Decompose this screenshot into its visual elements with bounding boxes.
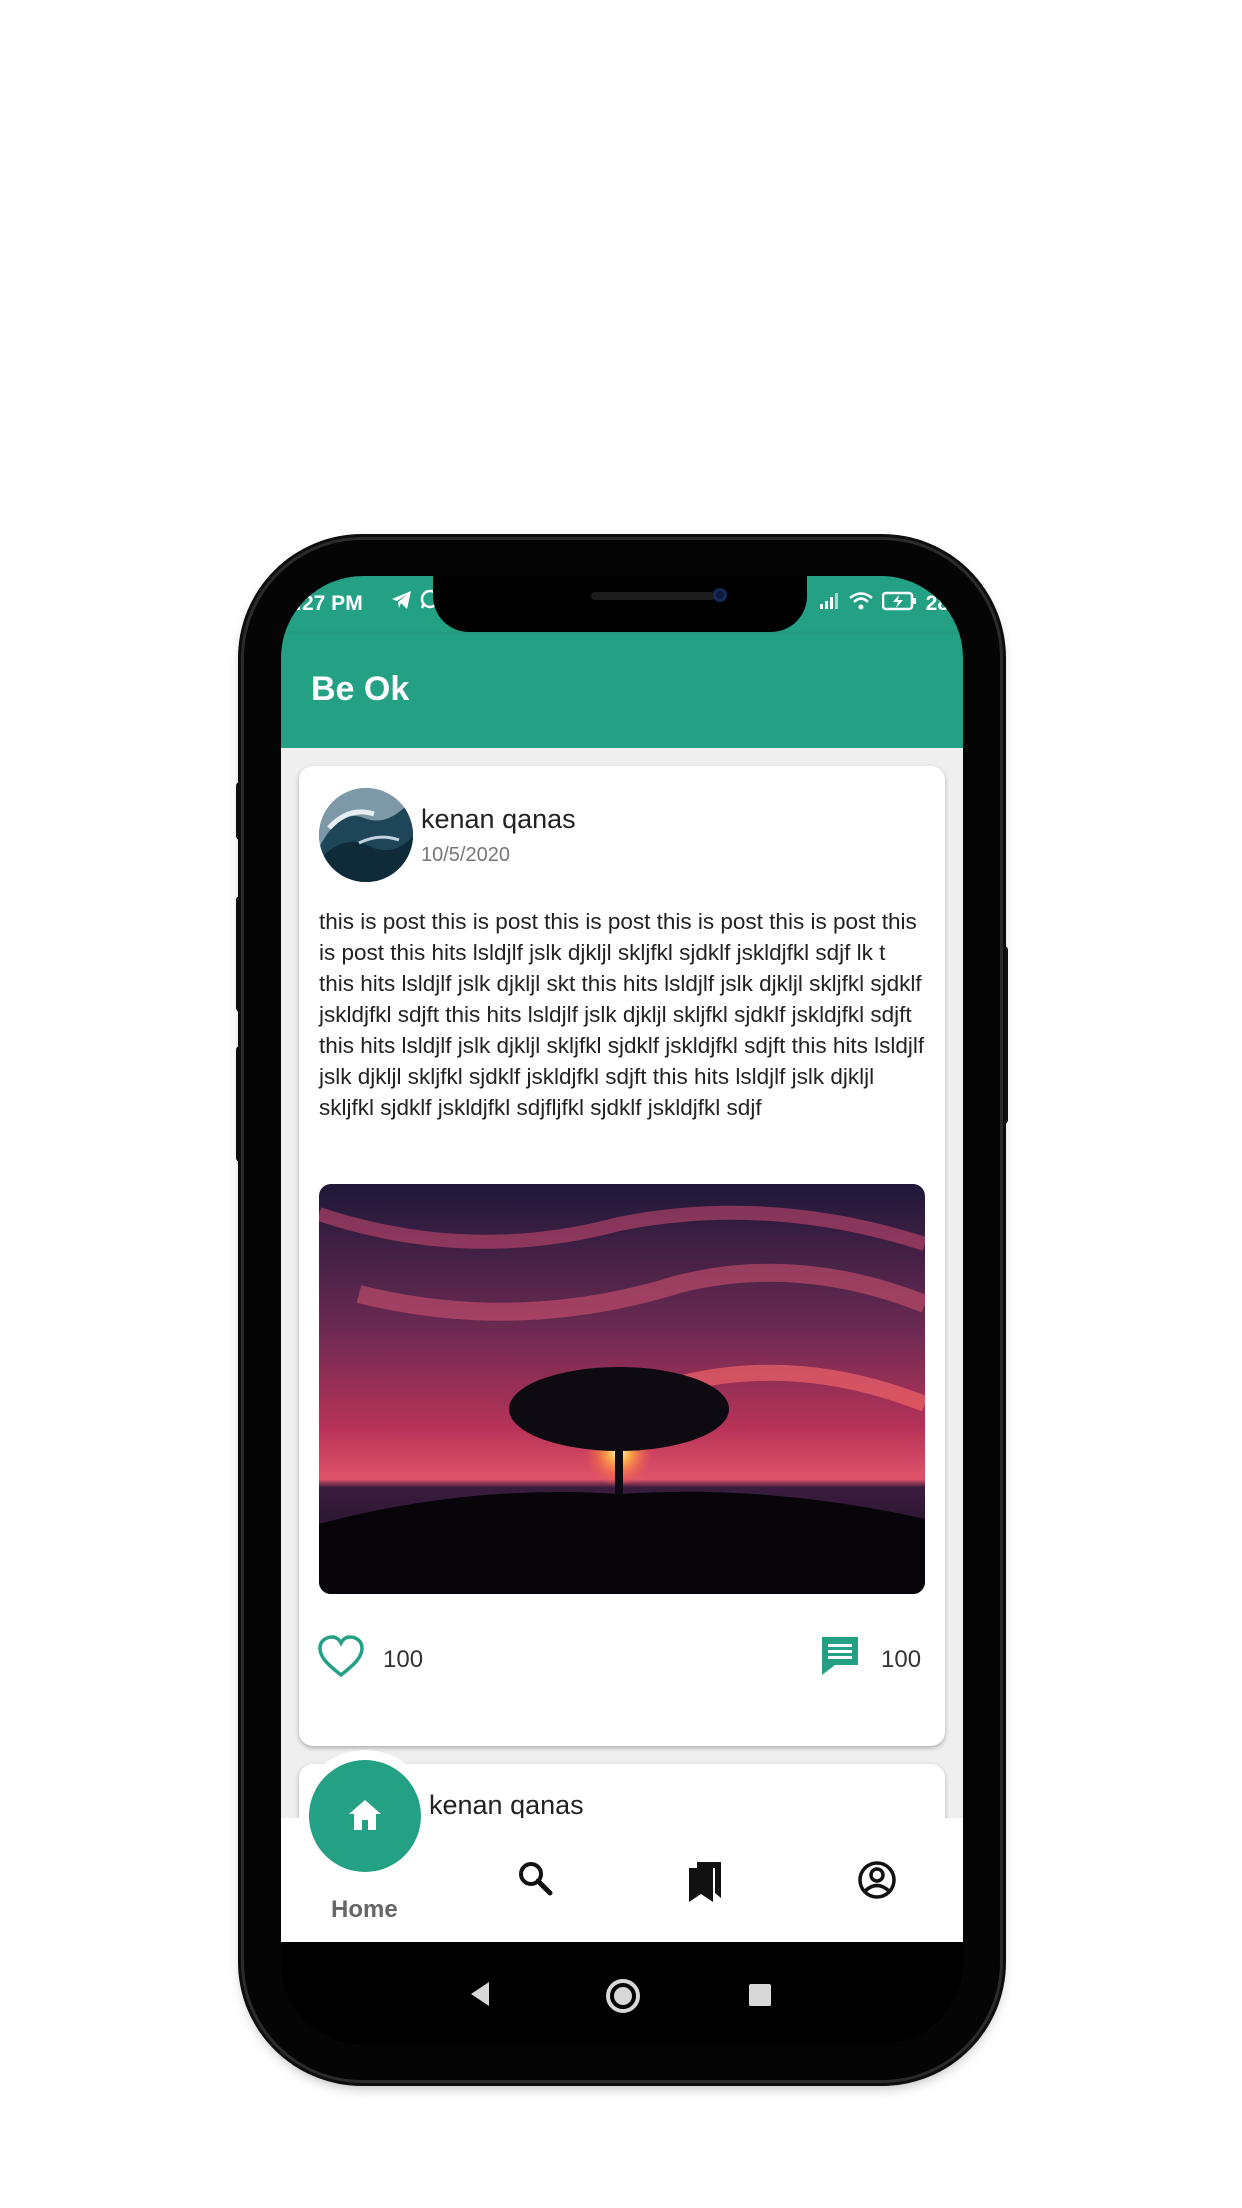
like-heart-icon[interactable] xyxy=(317,1634,365,1683)
bookmarks-icon[interactable] xyxy=(687,1860,723,1909)
phone-notch xyxy=(433,576,807,632)
phone-frame: :27 PM 28 Be Ok kenan qanas 10/5/2020 th… xyxy=(244,540,1000,2080)
system-navigation-bar xyxy=(281,1942,963,2044)
post-body-text: this is post this is post this is post t… xyxy=(319,909,925,1120)
post-card[interactable]: kenan qanas 10/5/2020 this is post this … xyxy=(299,766,945,1746)
comment-icon[interactable] xyxy=(819,1634,861,1683)
home-nav-label[interactable]: Home xyxy=(331,1896,398,1924)
author-avatar[interactable] xyxy=(319,788,413,882)
sunset-tree-photo xyxy=(319,1184,925,1594)
post-actions: 100 100 xyxy=(299,1628,945,1688)
battery-level-text: 28 xyxy=(925,592,949,615)
avatar-wave-image xyxy=(319,788,413,882)
feed[interactable]: kenan qanas 10/5/2020 this is post this … xyxy=(281,748,963,1818)
post-date: 10/5/2020 xyxy=(421,844,510,866)
back-icon[interactable] xyxy=(467,1980,493,2013)
comment-count: 100 xyxy=(881,1646,922,1673)
account-icon[interactable] xyxy=(857,1860,897,1905)
telegram-icon xyxy=(391,590,419,615)
post-author-name[interactable]: kenan qanas xyxy=(421,804,576,835)
system-home-icon[interactable] xyxy=(605,1978,641,2019)
front-camera xyxy=(713,588,727,602)
signal-icon xyxy=(818,592,840,616)
post-author-name[interactable]: kenan qanas xyxy=(429,1790,584,1818)
like-count: 100 xyxy=(383,1646,424,1673)
post-image[interactable] xyxy=(319,1184,925,1594)
recents-icon[interactable] xyxy=(749,1984,771,2006)
status-time: :27 PM xyxy=(295,592,363,615)
status-bar: :27 PM 28 xyxy=(281,576,963,634)
home-nav-button[interactable] xyxy=(309,1760,421,1872)
wifi-icon xyxy=(848,591,874,617)
bottom-navigation: Home xyxy=(281,1760,963,1942)
status-right-icons: 28 xyxy=(818,591,949,617)
search-icon[interactable] xyxy=(517,1860,553,1901)
app-title: Be Ok xyxy=(311,670,410,708)
home-icon xyxy=(349,1800,381,1830)
stage: :27 PM 28 Be Ok kenan qanas 10/5/2020 th… xyxy=(0,0,1242,2208)
phone-screen: :27 PM 28 Be Ok kenan qanas 10/5/2020 th… xyxy=(281,576,963,2044)
phone-speaker xyxy=(591,592,715,600)
app-bar: Be Ok xyxy=(281,634,963,748)
battery-charging-icon xyxy=(881,591,918,617)
